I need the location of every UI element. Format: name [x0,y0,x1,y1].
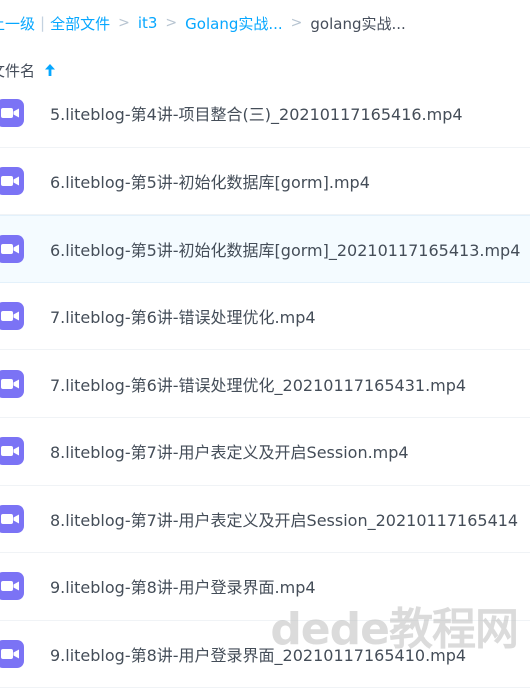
file-row[interactable]: 5.liteblog-第4讲-项目整合(三)_20210117165416.mp… [0,80,530,148]
breadcrumb-all-files[interactable]: 全部文件 [50,13,110,34]
file-row[interactable]: 9.liteblog-第8讲-用户登录界面.mp4 [0,553,530,621]
file-row[interactable]: 6.liteblog-第5讲-初始化数据库[gorm]_202101171654… [0,215,530,283]
video-file-icon [0,97,26,129]
file-name[interactable]: 9.liteblog-第8讲-用户登录界面_20210117165410.mp4 [50,642,466,666]
file-row[interactable]: 8.liteblog-第7讲-用户表定义及开启Session.mp4 [0,418,530,486]
breadcrumb-current-folder: golang实战... [310,13,405,34]
file-row[interactable]: 7.liteblog-第6讲-错误处理优化_20210117165431.mp4 [0,350,530,418]
file-name[interactable]: 6.liteblog-第5讲-初始化数据库[gorm]_202101171654… [50,237,520,261]
breadcrumb-divider: | [40,14,45,32]
video-file-icon [0,638,26,670]
sort-ascending-icon[interactable] [44,63,56,77]
file-name[interactable]: 9.liteblog-第8讲-用户登录界面.mp4 [50,574,316,598]
file-row[interactable]: 7.liteblog-第6讲-错误处理优化.mp4 [0,283,530,351]
file-list: 5.liteblog-第4讲-项目整合(三)_20210117165416.mp… [0,80,530,688]
file-row[interactable]: 9.liteblog-第8讲-用户登录界面_20210117165410.mp4 [0,621,530,688]
breadcrumb-separator: > [165,15,177,31]
breadcrumb-separator: > [291,15,303,31]
column-header-filename[interactable]: 文件名 [0,60,35,81]
breadcrumb-separator: > [118,15,130,31]
file-row[interactable]: 6.liteblog-第5讲-初始化数据库[gorm].mp4 [0,148,530,216]
video-file-icon [0,300,26,332]
video-file-icon [0,165,26,197]
file-name[interactable]: 7.liteblog-第6讲-错误处理优化.mp4 [50,304,316,328]
file-row[interactable]: 8.liteblog-第7讲-用户表定义及开启Session_202101171… [0,486,530,554]
file-name[interactable]: 8.liteblog-第7讲-用户表定义及开启Session_202101171… [50,507,518,531]
breadcrumb-golang-course[interactable]: Golang实战... [185,13,283,34]
file-name[interactable]: 7.liteblog-第6讲-错误处理优化_20210117165431.mp4 [50,372,466,396]
video-file-icon [0,570,26,602]
file-name[interactable]: 6.liteblog-第5讲-初始化数据库[gorm].mp4 [50,169,370,193]
file-name[interactable]: 8.liteblog-第7讲-用户表定义及开启Session.mp4 [50,439,409,463]
file-name[interactable]: 5.liteblog-第4讲-项目整合(三)_20210117165416.mp… [50,101,463,125]
video-file-icon [0,368,26,400]
video-file-icon [0,503,26,535]
video-file-icon [0,233,26,265]
breadcrumb-it3[interactable]: it3 [138,14,158,32]
breadcrumb-up-link[interactable]: 上一级 [0,13,35,34]
video-file-icon [0,435,26,467]
breadcrumb: 上一级 | 全部文件 > it3 > Golang实战... > golang实… [0,0,530,46]
